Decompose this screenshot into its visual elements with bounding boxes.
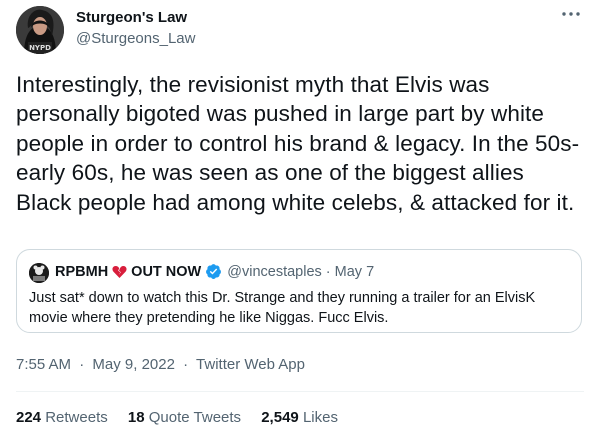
author-name[interactable]: Sturgeon's Law [76,9,187,26]
quoted-author-name-part2: OUT NOW [131,263,202,280]
svg-text:NYPD: NYPD [29,44,51,52]
quote-tweets-stat[interactable]: 18 Quote Tweets [128,409,241,426]
author-avatar[interactable]: NYPD [16,6,64,54]
more-horizontal-icon [562,12,580,16]
quoted-header: RPBMH OUT NOW @vincestaples · May 7 [55,263,374,280]
quoted-handle-date[interactable]: @vincestaples · May 7 [227,264,374,280]
quoted-author-name-part1: RPBMH [55,263,109,280]
meta-separator: · [183,356,189,373]
tweet-text: Interestingly, the revisionist myth that… [16,72,580,215]
likes-count: 2,549 [261,409,299,426]
divider [16,391,584,392]
retweets-label: Retweets [45,409,108,426]
retweets-stat[interactable]: 224 Retweets [16,409,108,426]
quoted-avatar-image [29,263,49,283]
retweets-count: 224 [16,409,42,426]
meta-separator: · [79,356,85,373]
likes-stat[interactable]: 2,549 Likes [261,409,338,426]
tweet-meta: 7:55 AM · May 9, 2022 · Twitter Web App [16,356,305,373]
more-options-icon[interactable] [560,6,582,20]
tweet-stats: 224 Retweets 18 Quote Tweets 2,549 Likes [16,409,354,426]
author-handle[interactable]: @Sturgeons_Law [76,30,195,47]
broken-heart-icon [112,265,127,279]
tweet: NYPD Sturgeon's Law @Sturgeons_Law Inter… [0,0,596,432]
quoted-tweet[interactable]: RPBMH OUT NOW @vincestaples · May 7 Just… [16,249,582,333]
tweet-time[interactable]: 7:55 AM [16,356,71,373]
verified-badge-icon [205,263,222,280]
quoted-tweet-text: Just sat* down to watch this Dr. Strange… [29,290,536,326]
likes-label: Likes [302,409,338,426]
quote-tweets-count: 18 [127,409,145,426]
tweet-source[interactable]: Twitter Web App [196,356,305,373]
avatar-image: NYPD [16,6,64,54]
quoted-author-avatar [29,263,49,283]
tweet-date[interactable]: May 9, 2022 [92,356,175,373]
quote-tweets-label: Quote Tweets [148,409,242,426]
